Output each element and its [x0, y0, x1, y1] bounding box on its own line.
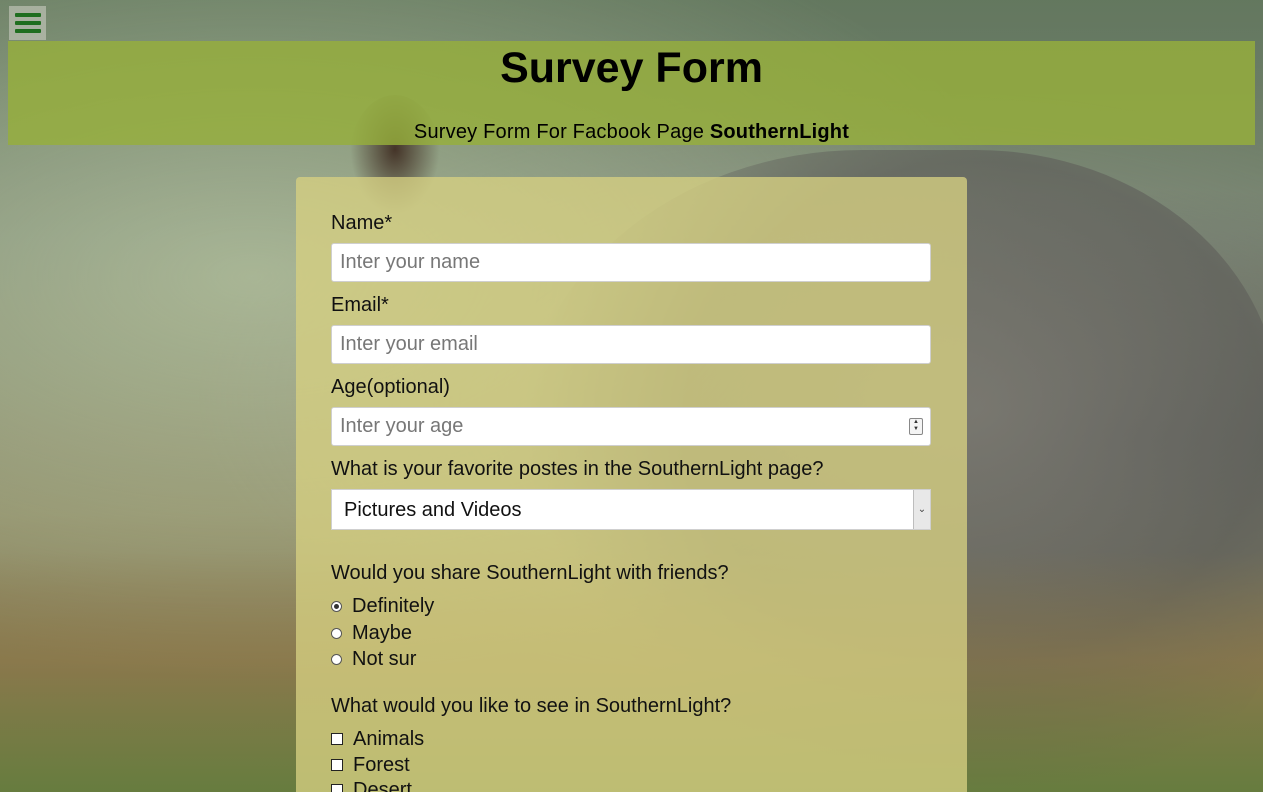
- radio-button[interactable]: [331, 627, 342, 639]
- age-stepper[interactable]: ▲ ▼: [909, 418, 923, 435]
- share-option-label: Not sur: [352, 647, 417, 670]
- interest-option-forest[interactable]: Forest: [331, 753, 410, 777]
- survey-form: Name* Email* Age(optional) ▲▼ What is yo…: [296, 177, 967, 792]
- interest-option-label: Forest: [353, 753, 410, 776]
- page-title: Survey Form: [500, 44, 763, 92]
- interests-question: What would you like to see in SouthernLi…: [331, 695, 732, 717]
- radio-button[interactable]: [331, 600, 342, 612]
- page-header: Survey Form Survey Form For Facbook Page…: [8, 41, 1255, 145]
- chevron-down-icon: ⌄: [913, 490, 930, 529]
- interest-option-desert[interactable]: Desert: [331, 778, 412, 792]
- share-option-maybe[interactable]: Maybe: [331, 621, 412, 645]
- radio-button[interactable]: [331, 653, 342, 665]
- interest-option-label: Animals: [353, 727, 425, 750]
- hamburger-menu-icon: [14, 13, 41, 33]
- age-input[interactable]: [331, 407, 931, 446]
- share-option-label: Definitely: [352, 594, 435, 617]
- email-input[interactable]: [331, 325, 931, 364]
- page-subtitle: Survey Form For Facbook Page SouthernLig…: [8, 120, 1255, 144]
- share-option-label: Maybe: [352, 621, 413, 644]
- age-label: Age(optional): [331, 376, 450, 398]
- subtitle-brand: SouthernLight: [709, 121, 850, 143]
- name-label: Name*: [331, 212, 393, 234]
- checkbox[interactable]: [331, 759, 343, 771]
- interest-option-animals[interactable]: Animals: [331, 727, 424, 751]
- age-field-wrapper: ▲▼: [331, 407, 931, 446]
- hamburger-menu-button[interactable]: [9, 6, 46, 40]
- share-option-not-sure[interactable]: Not sur: [331, 647, 416, 671]
- checkbox[interactable]: [331, 784, 343, 792]
- share-option-definitely[interactable]: Definitely: [331, 594, 434, 618]
- subtitle-prefix: Survey Form For Facbook Page: [413, 121, 710, 143]
- favorite-posts-selected-value: Pictures and Videos: [344, 499, 522, 521]
- checkbox[interactable]: [331, 733, 343, 745]
- favorite-posts-label: What is your favorite postes in the Sout…: [331, 458, 824, 480]
- email-label: Email*: [331, 294, 389, 316]
- name-input[interactable]: [331, 243, 931, 282]
- interest-option-label: Desert: [353, 778, 412, 792]
- share-question: Would you share SouthernLight with frien…: [331, 562, 729, 584]
- favorite-posts-select[interactable]: Pictures and Videos ⌄: [331, 489, 931, 530]
